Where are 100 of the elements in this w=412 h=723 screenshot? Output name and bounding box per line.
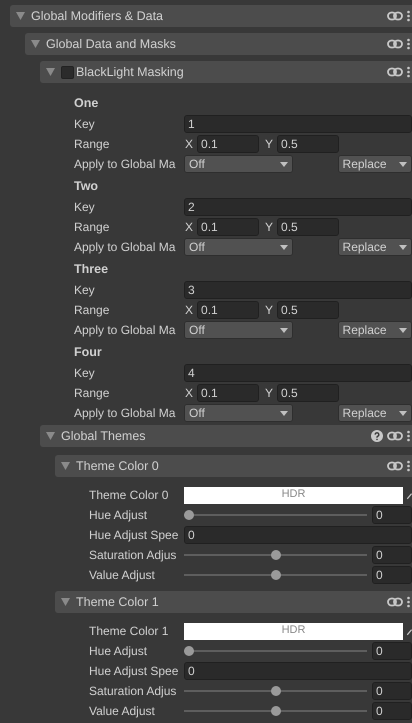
- field-label: Key: [74, 282, 96, 298]
- kebab-menu-icon[interactable]: [407, 596, 410, 608]
- kebab-menu-icon[interactable]: [407, 66, 410, 78]
- dropdown[interactable]: Off: [184, 238, 293, 256]
- kebab-menu-icon[interactable]: [407, 10, 410, 22]
- section-header[interactable]: Global Modifiers & Data: [10, 5, 412, 27]
- field-label: Key: [74, 116, 96, 132]
- slider-thumb[interactable]: [270, 550, 280, 560]
- dropdown[interactable]: Replace: [338, 321, 412, 339]
- axis-label: X: [185, 302, 194, 318]
- key-field[interactable]: 1: [184, 115, 412, 133]
- link-icon[interactable]: [387, 67, 403, 77]
- expanded-arrow-icon[interactable]: [61, 598, 70, 606]
- checkbox[interactable]: [61, 66, 74, 78]
- axis-label: Y: [265, 136, 274, 152]
- key-field[interactable]: 3: [184, 281, 412, 299]
- link-icon[interactable]: [387, 597, 403, 607]
- field-label: Apply to Global Ma: [74, 406, 176, 420]
- section-header[interactable]: Global Themes: [40, 425, 412, 447]
- field-label: Key: [74, 366, 96, 380]
- caret-icon: [399, 328, 407, 332]
- field-label: Range: [74, 136, 110, 152]
- section-header[interactable]: Theme Color 0: [55, 455, 412, 477]
- field-label: Hue Adjust Spee: [89, 664, 180, 678]
- dropdown[interactable]: Off: [184, 155, 293, 173]
- kebab-menu-icon[interactable]: [407, 38, 410, 50]
- link-icon[interactable]: [387, 431, 403, 441]
- number-field[interactable]: 0: [372, 702, 412, 720]
- slider-track[interactable]: [184, 569, 367, 581]
- caret-icon: [399, 162, 407, 166]
- group-title: One: [74, 96, 98, 110]
- slider-thumb[interactable]: [270, 686, 280, 696]
- field-label: Hue Adjust: [89, 644, 148, 658]
- number-field[interactable]: 0: [372, 506, 412, 524]
- axis-label: X: [185, 220, 194, 234]
- link-icon[interactable]: [387, 11, 403, 21]
- group-title: Three: [74, 262, 108, 276]
- expanded-arrow-icon[interactable]: [61, 462, 70, 470]
- y-field[interactable]: 0.5: [277, 301, 340, 319]
- field-label: Hue Adjust Spee: [89, 528, 180, 542]
- section-header[interactable]: BlackLight Masking: [40, 61, 412, 83]
- field-label: Key: [74, 200, 96, 214]
- number-field[interactable]: 0: [372, 546, 412, 564]
- caret-icon: [280, 328, 288, 332]
- field-label: Apply to Global Ma: [74, 240, 176, 254]
- slider-thumb[interactable]: [184, 646, 194, 656]
- color-field[interactable]: HDR: [184, 622, 403, 640]
- field-label: Hue Adjust: [89, 508, 148, 522]
- slider-thumb[interactable]: [270, 706, 280, 716]
- section-title: Theme Color 0: [76, 458, 159, 474]
- section-header[interactable]: Theme Color 1: [55, 591, 412, 613]
- dropdown[interactable]: Off: [184, 404, 293, 422]
- expanded-arrow-icon[interactable]: [16, 12, 25, 20]
- key-field[interactable]: 2: [184, 198, 412, 216]
- field-label: Theme Color 1: [89, 624, 170, 638]
- number-field[interactable]: 0: [184, 662, 412, 680]
- slider-track[interactable]: [184, 705, 367, 717]
- dropdown[interactable]: Replace: [338, 155, 412, 173]
- group-title: Four: [74, 344, 102, 360]
- section-title: Global Themes: [61, 428, 146, 444]
- slider-thumb[interactable]: [184, 510, 194, 520]
- slider-thumb[interactable]: [270, 570, 280, 580]
- slider-track[interactable]: [184, 509, 367, 521]
- link-icon[interactable]: [387, 39, 403, 49]
- expanded-arrow-icon[interactable]: [46, 432, 55, 440]
- x-field[interactable]: 0.1: [197, 135, 260, 153]
- group-title: Two: [74, 178, 98, 194]
- number-field[interactable]: 0: [184, 526, 412, 544]
- expanded-arrow-icon[interactable]: [31, 40, 40, 48]
- dropdown[interactable]: Replace: [338, 238, 412, 256]
- dropdown[interactable]: Off: [184, 321, 293, 339]
- slider-track[interactable]: [184, 549, 367, 561]
- help-icon[interactable]: [371, 430, 383, 442]
- y-field[interactable]: 0.5: [277, 218, 340, 236]
- x-field[interactable]: 0.1: [197, 218, 260, 236]
- field-label: Apply to Global Ma: [74, 322, 176, 338]
- number-field[interactable]: 0: [372, 566, 412, 584]
- section-title: Global Modifiers & Data: [31, 8, 164, 24]
- caret-icon: [399, 410, 407, 416]
- link-icon[interactable]: [387, 461, 403, 471]
- expanded-arrow-icon[interactable]: [46, 68, 55, 76]
- y-field[interactable]: 0.5: [277, 135, 340, 153]
- caret-icon: [280, 410, 288, 416]
- field-label: Theme Color 0: [89, 488, 170, 502]
- kebab-menu-icon[interactable]: [407, 430, 410, 442]
- section-header[interactable]: Global Data and Masks: [25, 33, 412, 55]
- slider-track[interactable]: [184, 645, 367, 657]
- y-field[interactable]: 0.5: [277, 384, 340, 402]
- color-field[interactable]: HDR: [184, 486, 403, 504]
- slider-track[interactable]: [184, 685, 367, 697]
- key-field[interactable]: 4: [184, 364, 412, 382]
- x-field[interactable]: 0.1: [197, 301, 260, 319]
- dropdown[interactable]: Replace: [338, 404, 412, 422]
- field-label: Range: [74, 220, 110, 234]
- field-label: Saturation Adjus: [89, 548, 178, 562]
- field-label: Apply to Global Ma: [74, 156, 176, 172]
- number-field[interactable]: 0: [372, 642, 412, 660]
- number-field[interactable]: 0: [372, 682, 412, 700]
- x-field[interactable]: 0.1: [197, 384, 260, 402]
- kebab-menu-icon[interactable]: [407, 460, 410, 472]
